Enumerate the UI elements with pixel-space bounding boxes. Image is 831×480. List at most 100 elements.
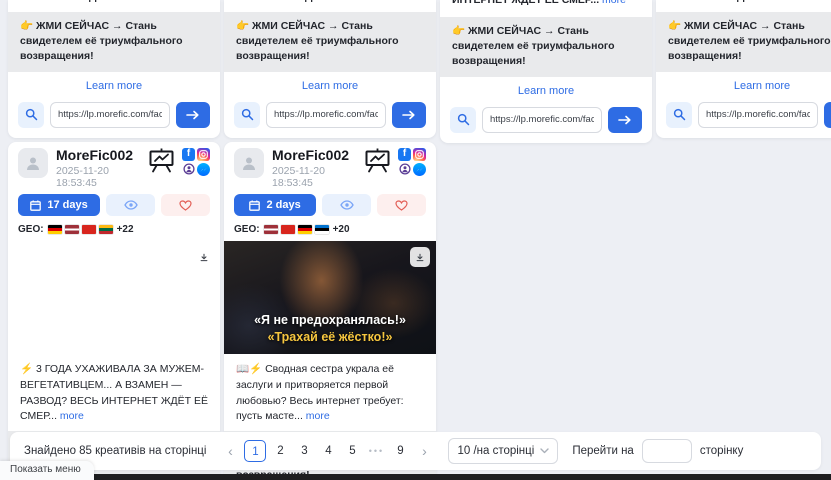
overlay-line-1: «Я не предохранялась!» xyxy=(224,312,436,329)
clipped-text-line: ИНТЕРНЕТ ЖДЁТ ЕЁ СМЕР... more xyxy=(224,0,436,3)
ad-card-partial-1: ИНТЕРНЕТ ЖДЁТ ЕЁ СМЕР... more 👉 ЖМИ СЕЙЧ… xyxy=(8,0,220,138)
learn-more-link[interactable]: Learn more xyxy=(656,72,831,97)
download-image-button[interactable] xyxy=(194,247,214,267)
flag-lt-icon xyxy=(99,225,113,234)
profile-name: MoreFic002 xyxy=(56,148,140,163)
page-button-last[interactable]: 9 xyxy=(390,440,410,462)
landing-url-input[interactable] xyxy=(482,107,602,133)
search-button[interactable] xyxy=(18,102,44,128)
search-button[interactable] xyxy=(234,102,260,128)
flag-red-icon xyxy=(281,225,295,234)
prev-page-button[interactable]: ‹ xyxy=(220,440,240,462)
days-running-button[interactable]: 17 days xyxy=(18,194,100,216)
landing-url-input[interactable] xyxy=(698,102,818,128)
profile-meta: MoreFic002 2025-11-20 18:53:45 xyxy=(272,148,356,189)
geo-label: GEO: xyxy=(234,224,260,235)
learn-more-link[interactable]: Learn more xyxy=(8,72,220,97)
image-overlay-text: «Я не предохранялась!» «Трахай её жёстко… xyxy=(224,312,436,346)
arrow-right-icon xyxy=(402,110,416,120)
person-icon xyxy=(24,154,42,172)
flag-de-icon xyxy=(298,225,312,234)
days-label: 17 days xyxy=(47,199,87,211)
card-actions: 17 days xyxy=(8,191,220,218)
flag-de-icon xyxy=(48,225,62,234)
page-button-2[interactable]: 2 xyxy=(270,440,290,462)
flag-red-icon xyxy=(82,225,96,234)
overlay-line-2: «Трахай её жёстко!» xyxy=(224,329,436,346)
platform-icons: f xyxy=(182,148,210,176)
page-button-4[interactable]: 4 xyxy=(318,440,338,462)
landing-url-input[interactable] xyxy=(266,102,386,128)
page-button-5[interactable]: 5 xyxy=(342,440,362,462)
more-link[interactable]: more xyxy=(60,410,84,422)
cta-text: 👉 ЖМИ СЕЙЧАС → Стань свидетелем её триум… xyxy=(440,17,652,77)
pagination-ellipsis[interactable]: ••• xyxy=(366,446,386,456)
profile-icons: f xyxy=(148,148,210,176)
goto-page-input[interactable] xyxy=(642,439,692,463)
ad-card-partial-2: ИНТЕРНЕТ ЖДЁТ ЕЁ СМЕР... more 👉 ЖМИ СЕЙЧ… xyxy=(224,0,436,138)
open-url-button[interactable] xyxy=(392,102,426,128)
ad-card-2: MoreFic002 2025-11-20 18:53:45 f 2 xyxy=(224,142,436,480)
show-menu-button[interactable]: Показать меню xyxy=(0,461,94,480)
cta-text: 👉 ЖМИ СЕЙЧАС → Стань свидетелем её триум… xyxy=(224,12,436,72)
person-icon xyxy=(240,154,258,172)
url-row xyxy=(224,97,436,138)
avatar xyxy=(18,148,48,178)
favorite-button[interactable] xyxy=(161,194,210,216)
ad-creative-image xyxy=(8,241,220,354)
geo-more-count: +20 xyxy=(333,224,350,235)
pagination-nav: ‹ 1 2 3 4 5 ••• 9 › xyxy=(220,440,434,462)
preview-button[interactable] xyxy=(322,194,371,216)
calendar-icon xyxy=(249,200,260,211)
open-url-button[interactable] xyxy=(824,102,831,128)
instagram-icon xyxy=(413,148,426,161)
cta-text: 👉 ЖМИ СЕЙЧАС → Стань свидетелем её триум… xyxy=(656,12,831,72)
preview-button[interactable] xyxy=(106,194,155,216)
learn-more-link[interactable]: Learn more xyxy=(440,77,652,102)
per-page-select[interactable]: 10 /на сторінці xyxy=(448,438,558,464)
open-url-button[interactable] xyxy=(608,107,642,133)
search-icon xyxy=(25,108,38,121)
geo-flags xyxy=(264,225,329,234)
eye-icon xyxy=(124,200,138,210)
search-button[interactable] xyxy=(450,107,476,133)
goto-page-group: Перейти на сторінку xyxy=(572,439,743,463)
presentation-chart-icon[interactable] xyxy=(364,148,391,173)
presentation-chart-icon[interactable] xyxy=(148,148,175,173)
open-url-button[interactable] xyxy=(176,102,210,128)
eye-icon xyxy=(340,200,354,210)
ad-card-partial-3: ИНТЕРНЕТ ЖДЁТ ЕЁ СМЕР... more 👉 ЖМИ СЕЙЧ… xyxy=(440,0,652,143)
url-row xyxy=(656,97,831,138)
landing-url-input[interactable] xyxy=(50,102,170,128)
download-image-button[interactable] xyxy=(410,247,430,267)
search-button[interactable] xyxy=(666,102,692,128)
per-page-value: 10 /на сторінці xyxy=(457,445,534,457)
arrow-right-icon xyxy=(186,110,200,120)
ad-body-text: 📖⚡ Сводная сестра украла её заслуги и пр… xyxy=(224,354,436,431)
learn-more-link[interactable]: Learn more xyxy=(224,72,436,97)
page-button-3[interactable]: 3 xyxy=(294,440,314,462)
profile-row: MoreFic002 2025-11-20 18:53:45 f xyxy=(8,142,220,191)
avatar xyxy=(234,148,264,178)
page-button-1[interactable]: 1 xyxy=(244,440,266,462)
pagination-bar: Знайдено 85 креативів на сторінці ‹ 1 2 … xyxy=(10,432,821,470)
download-icon xyxy=(200,252,208,263)
flag-lv-icon xyxy=(65,225,79,234)
results-count-text: Знайдено 85 креативів на сторінці xyxy=(24,445,206,457)
days-running-button[interactable]: 2 days xyxy=(234,194,316,216)
audience-network-icon xyxy=(182,163,195,176)
profile-name: MoreFic002 xyxy=(272,148,356,163)
ad-card-1: MoreFic002 2025-11-20 18:53:45 f 17 xyxy=(8,142,220,480)
flag-lv-icon xyxy=(264,225,278,234)
url-row xyxy=(8,97,220,138)
more-link[interactable]: more xyxy=(306,410,330,422)
next-page-button[interactable]: › xyxy=(414,440,434,462)
clipped-text-line: ИНТЕРНЕТ ЖДЁТ ЕЁ СМЕР... more xyxy=(8,0,220,3)
ad-creative-image: «Я не предохранялась!» «Трахай её жёстко… xyxy=(224,241,436,354)
card-actions: 2 days xyxy=(224,191,436,218)
favorite-button[interactable] xyxy=(377,194,426,216)
platform-icons: f xyxy=(398,148,426,176)
profile-datetime: 2025-11-20 18:53:45 xyxy=(56,165,140,189)
geo-more-count: +22 xyxy=(117,224,134,235)
url-row xyxy=(440,102,652,143)
